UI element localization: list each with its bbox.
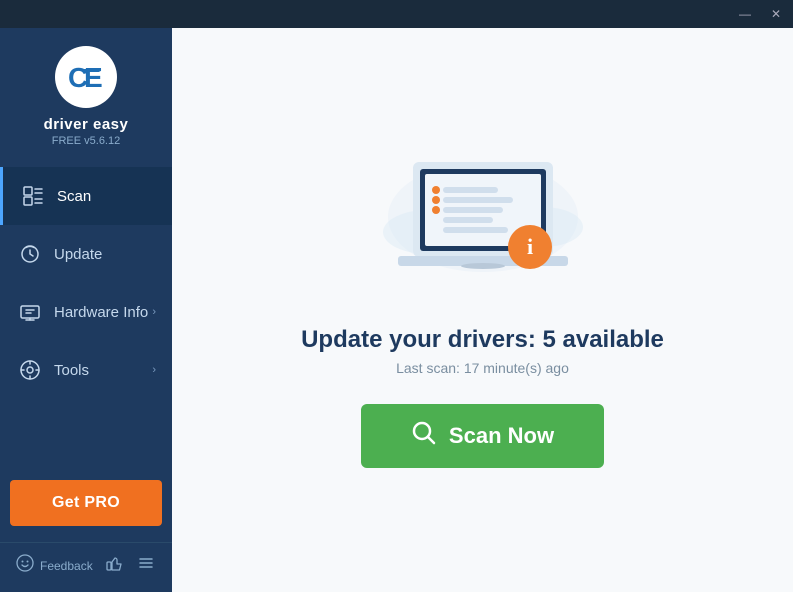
sidebar-nav: Scan Update	[0, 167, 172, 472]
app-name: driver easy	[44, 116, 129, 133]
sidebar-item-tools[interactable]: Tools ›	[0, 341, 172, 399]
feedback-item[interactable]: Feedback	[16, 554, 93, 577]
feedback-label: Feedback	[40, 559, 93, 573]
feedback-icon	[16, 554, 34, 577]
sidebar-item-update[interactable]: Update	[0, 225, 172, 283]
content-area: i Update your drivers: 5 available Last …	[172, 112, 793, 508]
sidebar-footer: Feedback	[0, 542, 172, 592]
list-icon[interactable]	[136, 553, 156, 578]
tools-label: Tools	[54, 362, 152, 379]
close-button[interactable]: ✕	[767, 5, 785, 23]
main-heading: Update your drivers: 5 available	[301, 326, 664, 354]
scan-label: Scan	[57, 188, 156, 205]
update-icon	[16, 240, 44, 268]
update-label: Update	[54, 246, 156, 263]
svg-text:i: i	[526, 234, 532, 259]
thumbs-up-icon[interactable]	[104, 553, 124, 578]
laptop-illustration: i	[368, 132, 598, 302]
main-content: i Update your drivers: 5 available Last …	[172, 0, 793, 592]
logo-svg: C E	[62, 53, 110, 101]
svg-text:E: E	[84, 62, 103, 93]
app-logo-icon: C E	[55, 46, 117, 108]
scan-now-label: Scan Now	[449, 423, 554, 449]
scan-now-button[interactable]: Scan Now	[361, 404, 604, 468]
hardware-info-chevron: ›	[152, 306, 156, 318]
tools-chevron: ›	[152, 364, 156, 376]
laptop-svg: i	[368, 132, 598, 302]
sidebar: C E driver easy FREE v5.6.12 Scan	[0, 0, 172, 592]
minimize-button[interactable]: —	[735, 5, 755, 23]
sidebar-item-hardware-info[interactable]: Hardware Info ›	[0, 283, 172, 341]
scan-icon	[19, 182, 47, 210]
tools-icon	[16, 356, 44, 384]
titlebar: — ✕	[0, 0, 793, 28]
hardware-info-icon	[16, 298, 44, 326]
search-icon	[411, 420, 437, 452]
sidebar-item-scan[interactable]: Scan	[0, 167, 172, 225]
sub-text: Last scan: 17 minute(s) ago	[396, 360, 569, 376]
get-pro-button[interactable]: Get PRO	[10, 480, 162, 526]
app-version: FREE v5.6.12	[52, 135, 120, 147]
hardware-info-label: Hardware Info	[54, 304, 152, 321]
sidebar-logo: C E driver easy FREE v5.6.12	[0, 28, 172, 167]
